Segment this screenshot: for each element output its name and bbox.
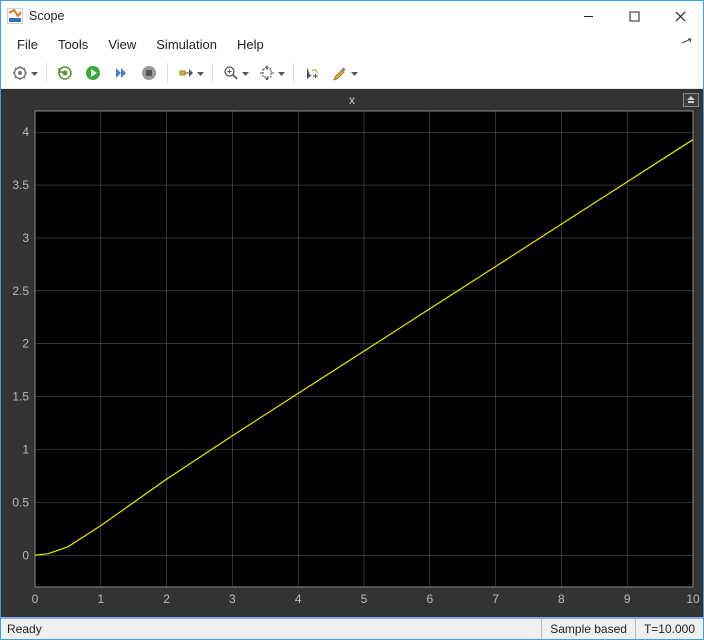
statusbar: Ready Sample based T=10.000	[1, 617, 703, 639]
maximize-button[interactable]	[611, 1, 657, 31]
toolbar	[1, 57, 703, 89]
chevron-down-icon	[31, 66, 38, 80]
separator	[212, 63, 213, 83]
minimize-button[interactable]	[565, 1, 611, 31]
chart-canvas: 0 1 2 3 4 5 6 7 8 9 10 0 0.5 1 1.5 2 2.5 3 3.5 4	[1, 89, 703, 617]
run-button[interactable]	[80, 61, 106, 85]
menu-file[interactable]: File	[7, 34, 48, 55]
status-ready: Ready	[1, 619, 541, 639]
separator	[46, 63, 47, 83]
restart-button[interactable]	[52, 61, 78, 85]
app-icon	[7, 8, 23, 24]
svg-text:4: 4	[22, 125, 29, 139]
svg-text:7: 7	[492, 592, 499, 606]
status-time: T=10.000	[635, 619, 703, 639]
svg-text:3.5: 3.5	[12, 178, 29, 192]
undock-icon[interactable]	[681, 37, 697, 52]
titlebar: Scope	[1, 1, 703, 31]
svg-text:6: 6	[426, 592, 433, 606]
settings-button[interactable]	[7, 61, 41, 85]
svg-text:0: 0	[32, 592, 39, 606]
menu-simulation[interactable]: Simulation	[146, 34, 227, 55]
menu-view[interactable]: View	[98, 34, 146, 55]
svg-text:0: 0	[22, 548, 29, 562]
svg-text:1: 1	[97, 592, 104, 606]
svg-text:0.5: 0.5	[12, 495, 29, 509]
chevron-down-icon	[197, 66, 204, 80]
status-mode: Sample based	[541, 619, 635, 639]
zoom-button[interactable]	[218, 61, 252, 85]
chevron-down-icon	[242, 66, 249, 80]
svg-text:1: 1	[22, 442, 29, 456]
cursor-measure-button[interactable]	[299, 61, 325, 85]
svg-text:2: 2	[22, 337, 29, 351]
menubar: File Tools View Simulation Help	[1, 31, 703, 57]
separator	[293, 63, 294, 83]
svg-text:8: 8	[558, 592, 565, 606]
stop-button[interactable]	[136, 61, 162, 85]
signal-selector-button[interactable]	[173, 61, 207, 85]
step-forward-button[interactable]	[108, 61, 134, 85]
plot-area[interactable]: x 01234567891000.511.522.533.54	[1, 89, 703, 617]
chevron-down-icon	[278, 66, 285, 80]
svg-text:4: 4	[295, 592, 302, 606]
svg-text:10: 10	[686, 592, 700, 606]
close-button[interactable]	[657, 1, 703, 31]
highlight-button[interactable]	[327, 61, 361, 85]
chevron-down-icon	[351, 66, 358, 80]
svg-text:5: 5	[361, 592, 368, 606]
menu-tools[interactable]: Tools	[48, 34, 98, 55]
svg-text:2: 2	[163, 592, 170, 606]
svg-text:9: 9	[624, 592, 631, 606]
svg-text:3: 3	[22, 231, 29, 245]
scope-window: Scope File Tools View Simulation Help	[0, 0, 704, 640]
svg-text:2.5: 2.5	[12, 284, 29, 298]
svg-text:1.5: 1.5	[12, 390, 29, 404]
window-title: Scope	[29, 9, 64, 23]
menu-help[interactable]: Help	[227, 34, 274, 55]
separator	[167, 63, 168, 83]
svg-text:3: 3	[229, 592, 236, 606]
axes-scale-button[interactable]	[254, 61, 288, 85]
